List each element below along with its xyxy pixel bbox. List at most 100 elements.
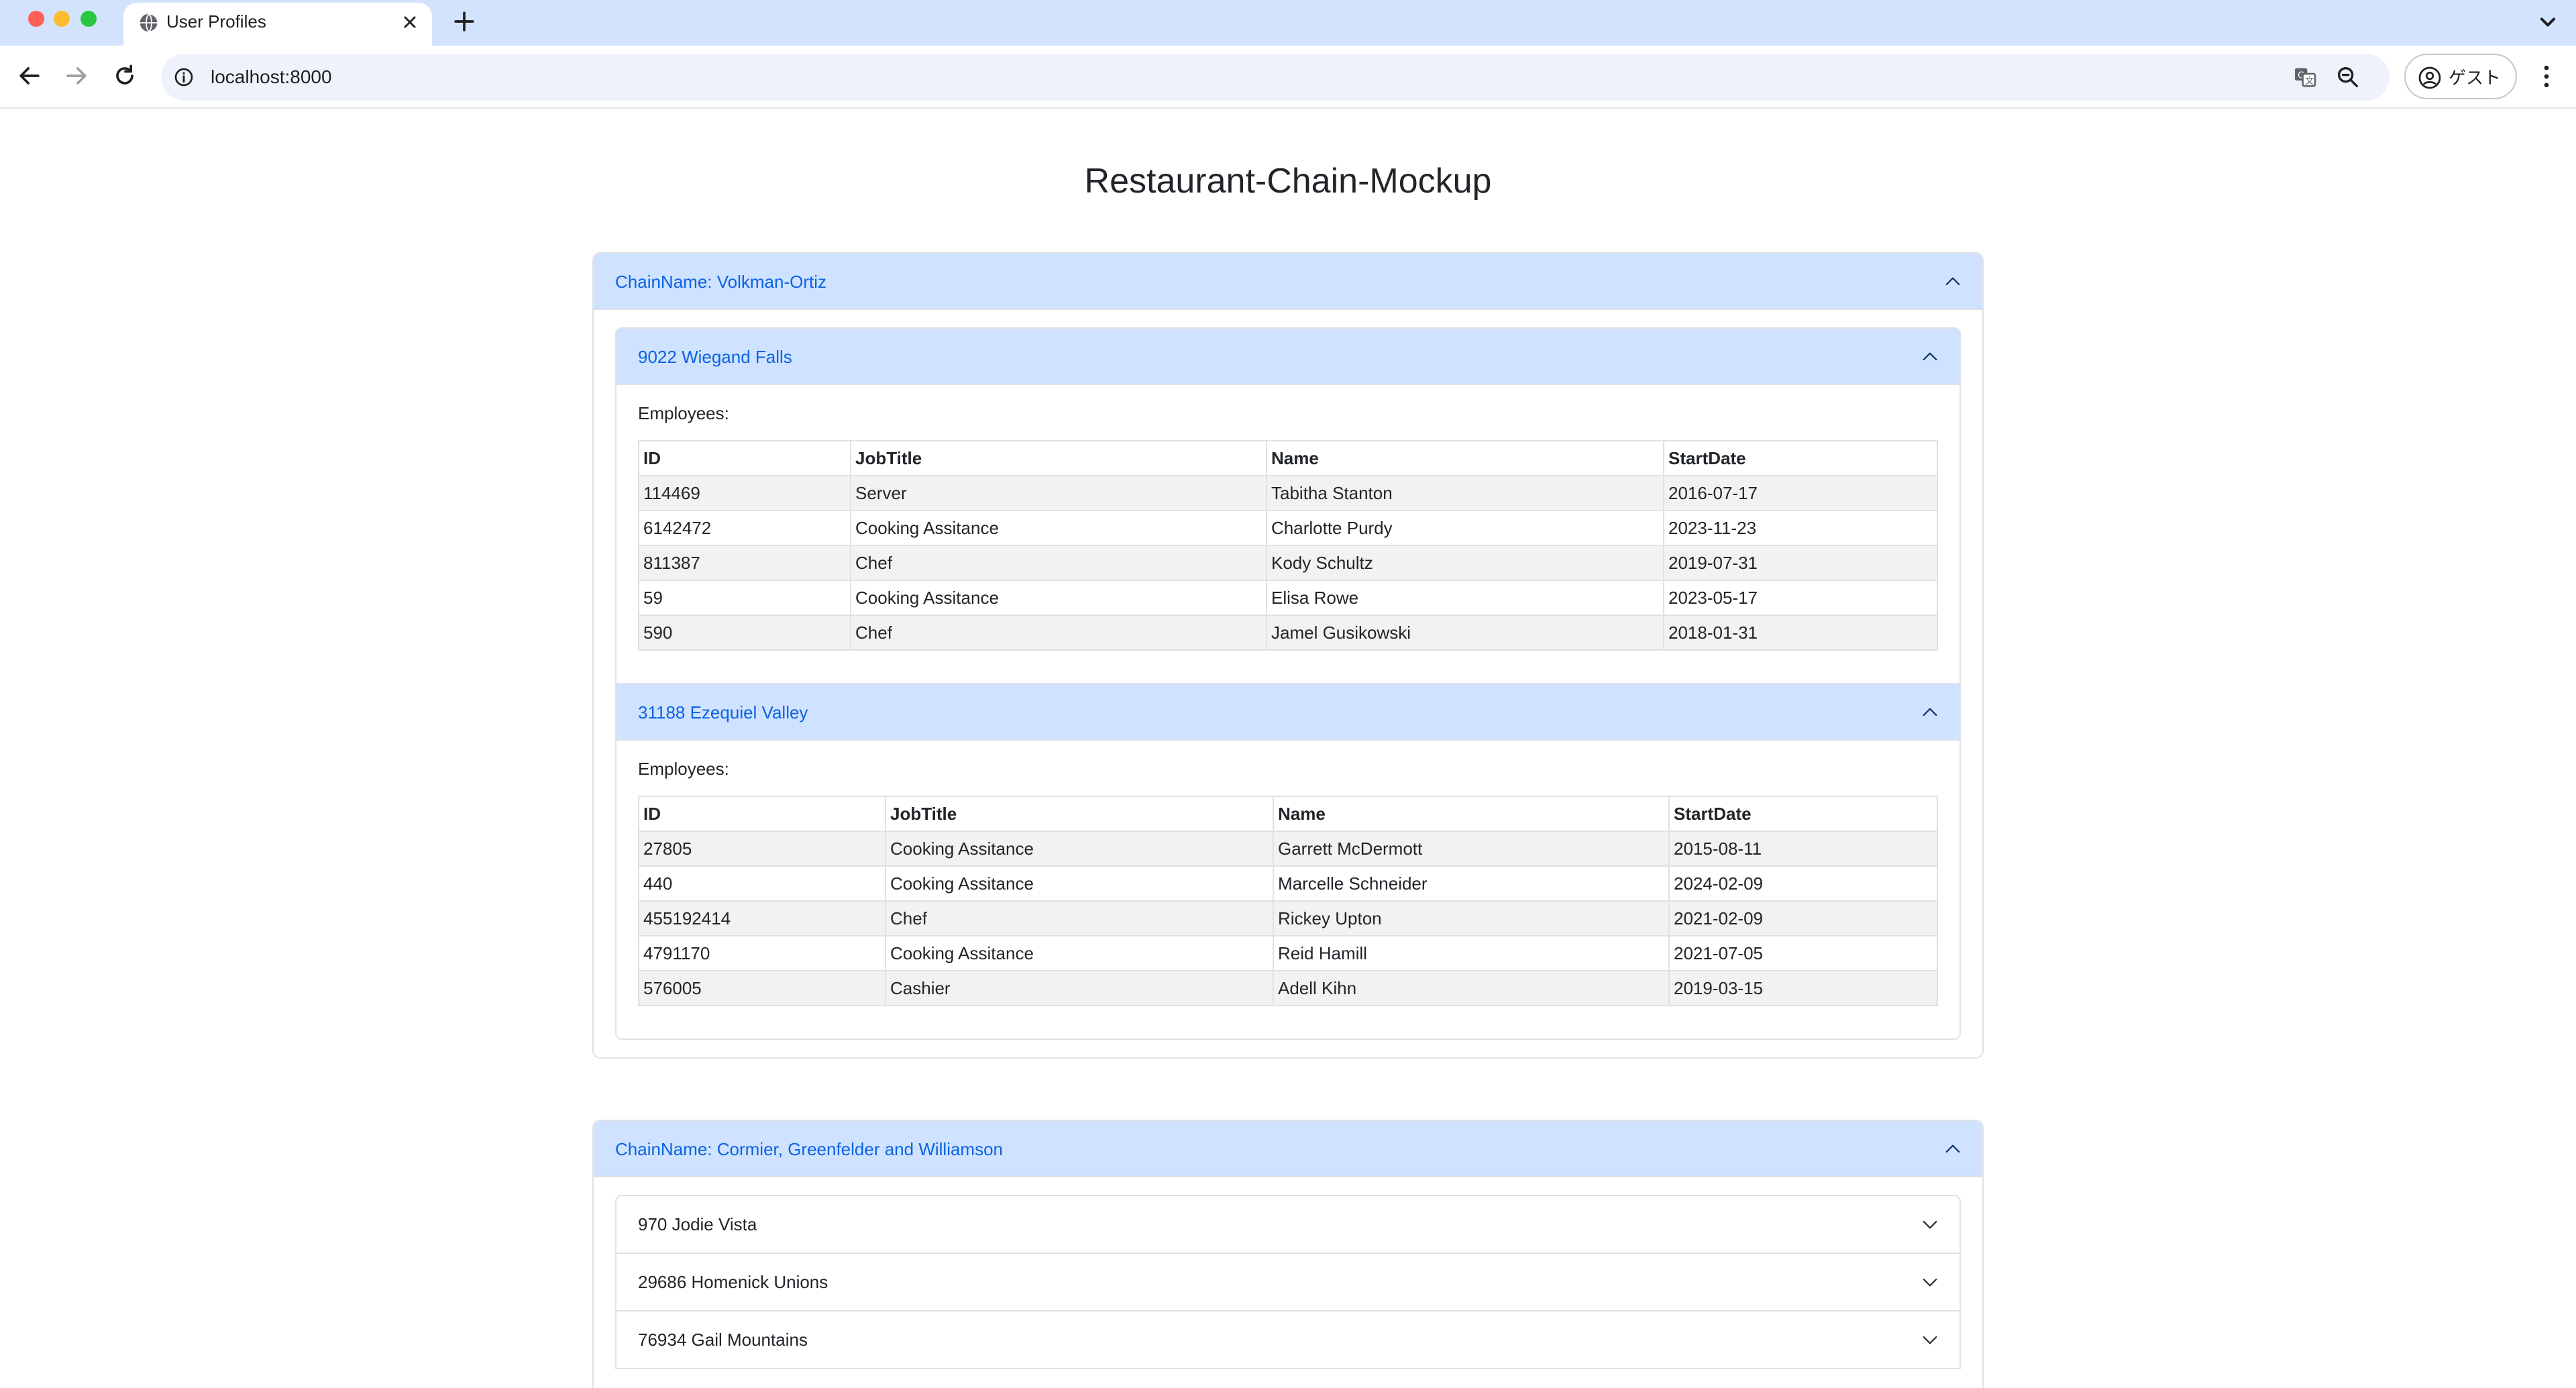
location-header-button[interactable]: 29686 Homenick Unions xyxy=(616,1254,1960,1310)
chevron-down-icon xyxy=(1923,1220,1937,1229)
chevron-down-icon xyxy=(1923,1336,1937,1344)
cell-name: Jamel Gusikowski xyxy=(1266,615,1664,651)
location-header-button[interactable]: 31188 Ezequiel Valley xyxy=(616,684,1960,741)
chevron-up-icon xyxy=(1945,1144,1960,1153)
column-header-name: Name xyxy=(1273,796,1670,832)
chain-body: 970 Jodie Vista 29686 Homenick Unions 76… xyxy=(594,1177,1982,1387)
column-header-id: ID xyxy=(638,440,851,476)
location-label: 31188 Ezequiel Valley xyxy=(638,702,808,723)
url-text[interactable]: localhost:8000 xyxy=(211,64,332,90)
cell-name: Elisa Rowe xyxy=(1266,580,1664,616)
cell-name: Tabitha Stanton xyxy=(1266,475,1664,511)
cell-name: Reid Hamill xyxy=(1273,935,1670,971)
column-header-startdate: StartDate xyxy=(1668,796,1938,832)
browser-tab-active[interactable]: User Profiles xyxy=(123,3,432,46)
address-bar[interactable]: localhost:8000 G 文 xyxy=(161,54,2390,101)
cell-jobtitle: Chef xyxy=(850,545,1267,581)
cell-name: Charlotte Purdy xyxy=(1266,510,1664,546)
site-info-icon[interactable] xyxy=(173,66,195,88)
cell-startdate: 2019-03-15 xyxy=(1668,970,1938,1006)
cell-jobtitle: Chef xyxy=(885,900,1274,937)
location-header-button[interactable]: 76934 Gail Mountains xyxy=(616,1312,1960,1368)
translate-icon[interactable]: G 文 xyxy=(2292,64,2318,91)
forward-arrow-icon[interactable] xyxy=(62,61,91,91)
window-zoom-button[interactable] xyxy=(80,11,97,27)
table-row: 590 Chef Jamel Gusikowski 2018-01-31 xyxy=(638,615,1938,651)
back-arrow-icon[interactable] xyxy=(15,61,44,91)
location-body: Employees: ID JobTitle Name StartDate xyxy=(616,385,1960,683)
cell-jobtitle: Server xyxy=(850,475,1267,511)
cell-id: 455192414 xyxy=(638,900,886,937)
location-header-button[interactable]: 9022 Wiegand Falls xyxy=(616,329,1960,385)
location-label: 9022 Wiegand Falls xyxy=(638,347,792,367)
employees-table: ID JobTitle Name StartDate 27805 Cooking… xyxy=(638,796,1938,1006)
chevron-up-icon xyxy=(1923,708,1937,716)
browser-tabstrip: User Profiles xyxy=(0,0,2576,46)
location-accordion: 9022 Wiegand Falls Employees: ID JobTitl… xyxy=(615,327,1961,684)
cell-startdate: 2019-07-31 xyxy=(1663,545,1938,581)
cell-id: 590 xyxy=(638,615,851,651)
cell-id: 6142472 xyxy=(638,510,851,546)
cell-id: 59 xyxy=(638,580,851,616)
table-header-row: ID JobTitle Name StartDate xyxy=(638,440,1938,476)
svg-text:文: 文 xyxy=(2305,76,2314,87)
location-header-button[interactable]: 970 Jodie Vista xyxy=(616,1196,1960,1252)
close-icon[interactable] xyxy=(398,11,421,34)
chain-header-button[interactable]: ChainName: Volkman-Ortiz xyxy=(594,254,1982,310)
cell-jobtitle: Cooking Assitance xyxy=(850,510,1267,546)
more-vert-icon[interactable] xyxy=(2532,60,2561,93)
cell-id: 114469 xyxy=(638,475,851,511)
chevron-up-icon xyxy=(1945,277,1960,286)
employees-label: Employees: xyxy=(638,403,729,423)
reload-icon[interactable] xyxy=(110,61,140,91)
employees-table: ID JobTitle Name StartDate 114469 Server… xyxy=(638,440,1938,651)
cell-jobtitle: Cooking Assitance xyxy=(885,865,1274,902)
tab-title: User Profiles xyxy=(166,11,266,32)
cell-name: Rickey Upton xyxy=(1273,900,1670,937)
column-header-name: Name xyxy=(1266,440,1664,476)
cell-startdate: 2018-01-31 xyxy=(1663,615,1938,651)
cell-name: Marcelle Schneider xyxy=(1273,865,1670,902)
tab-search-chevron-icon[interactable] xyxy=(2533,7,2563,36)
globe-icon xyxy=(140,13,159,33)
cell-id: 576005 xyxy=(638,970,886,1006)
page-title: Restaurant-Chain-Mockup xyxy=(1084,162,1492,201)
profile-button[interactable]: ゲスト xyxy=(2404,54,2517,99)
employees-label: Employees: xyxy=(638,759,729,779)
browser-toolbar: localhost:8000 G 文 ゲスト xyxy=(0,46,2576,109)
cell-startdate: 2023-05-17 xyxy=(1663,580,1938,616)
table-header-row: ID JobTitle Name StartDate xyxy=(638,796,1938,832)
chain-accordion-volkman-ortiz: ChainName: Volkman-Ortiz 9022 Wiegand Fa… xyxy=(592,252,1984,1059)
account-circle-icon xyxy=(2418,66,2441,89)
cell-id: 27805 xyxy=(638,831,886,867)
chain-name-label: ChainName: Volkman-Ortiz xyxy=(615,272,826,292)
location-accordion: 31188 Ezequiel Valley Employees: ID JobT… xyxy=(615,684,1961,1040)
zoom-icon[interactable] xyxy=(2334,64,2361,91)
cell-startdate: 2021-02-09 xyxy=(1668,900,1938,937)
location-label: 76934 Gail Mountains xyxy=(638,1330,808,1350)
window-minimize-button[interactable] xyxy=(54,11,70,27)
chevron-down-icon xyxy=(1923,1278,1937,1287)
cell-id: 440 xyxy=(638,865,886,902)
cell-id: 4791170 xyxy=(638,935,886,971)
location-label: 29686 Homenick Unions xyxy=(638,1272,828,1292)
cell-jobtitle: Cashier xyxy=(885,970,1274,1006)
chain-body: 9022 Wiegand Falls Employees: ID JobTitl… xyxy=(594,310,1982,1057)
new-tab-plus-icon[interactable] xyxy=(449,7,479,36)
column-header-id: ID xyxy=(638,796,886,832)
cell-jobtitle: Chef xyxy=(850,615,1267,651)
location-label: 970 Jodie Vista xyxy=(638,1214,757,1234)
cell-id: 811387 xyxy=(638,545,851,581)
chain-header-button[interactable]: ChainName: Cormier, Greenfelder and Will… xyxy=(594,1121,1982,1177)
table-row: 440 Cooking Assitance Marcelle Schneider… xyxy=(638,865,1938,902)
location-body: Employees: ID JobTitle Name StartDate xyxy=(616,741,1960,1038)
column-header-jobtitle: JobTitle xyxy=(850,440,1267,476)
window-close-button[interactable] xyxy=(28,11,44,27)
cell-name: Garrett McDermott xyxy=(1273,831,1670,867)
table-row: 455192414 Chef Rickey Upton 2021-02-09 xyxy=(638,900,1938,937)
table-row: 114469 Server Tabitha Stanton 2016-07-17 xyxy=(638,475,1938,511)
cell-startdate: 2023-11-23 xyxy=(1663,510,1938,546)
cell-name: Kody Schultz xyxy=(1266,545,1664,581)
table-row: 27805 Cooking Assitance Garrett McDermot… xyxy=(638,831,1938,867)
table-row: 576005 Cashier Adell Kihn 2019-03-15 xyxy=(638,970,1938,1006)
